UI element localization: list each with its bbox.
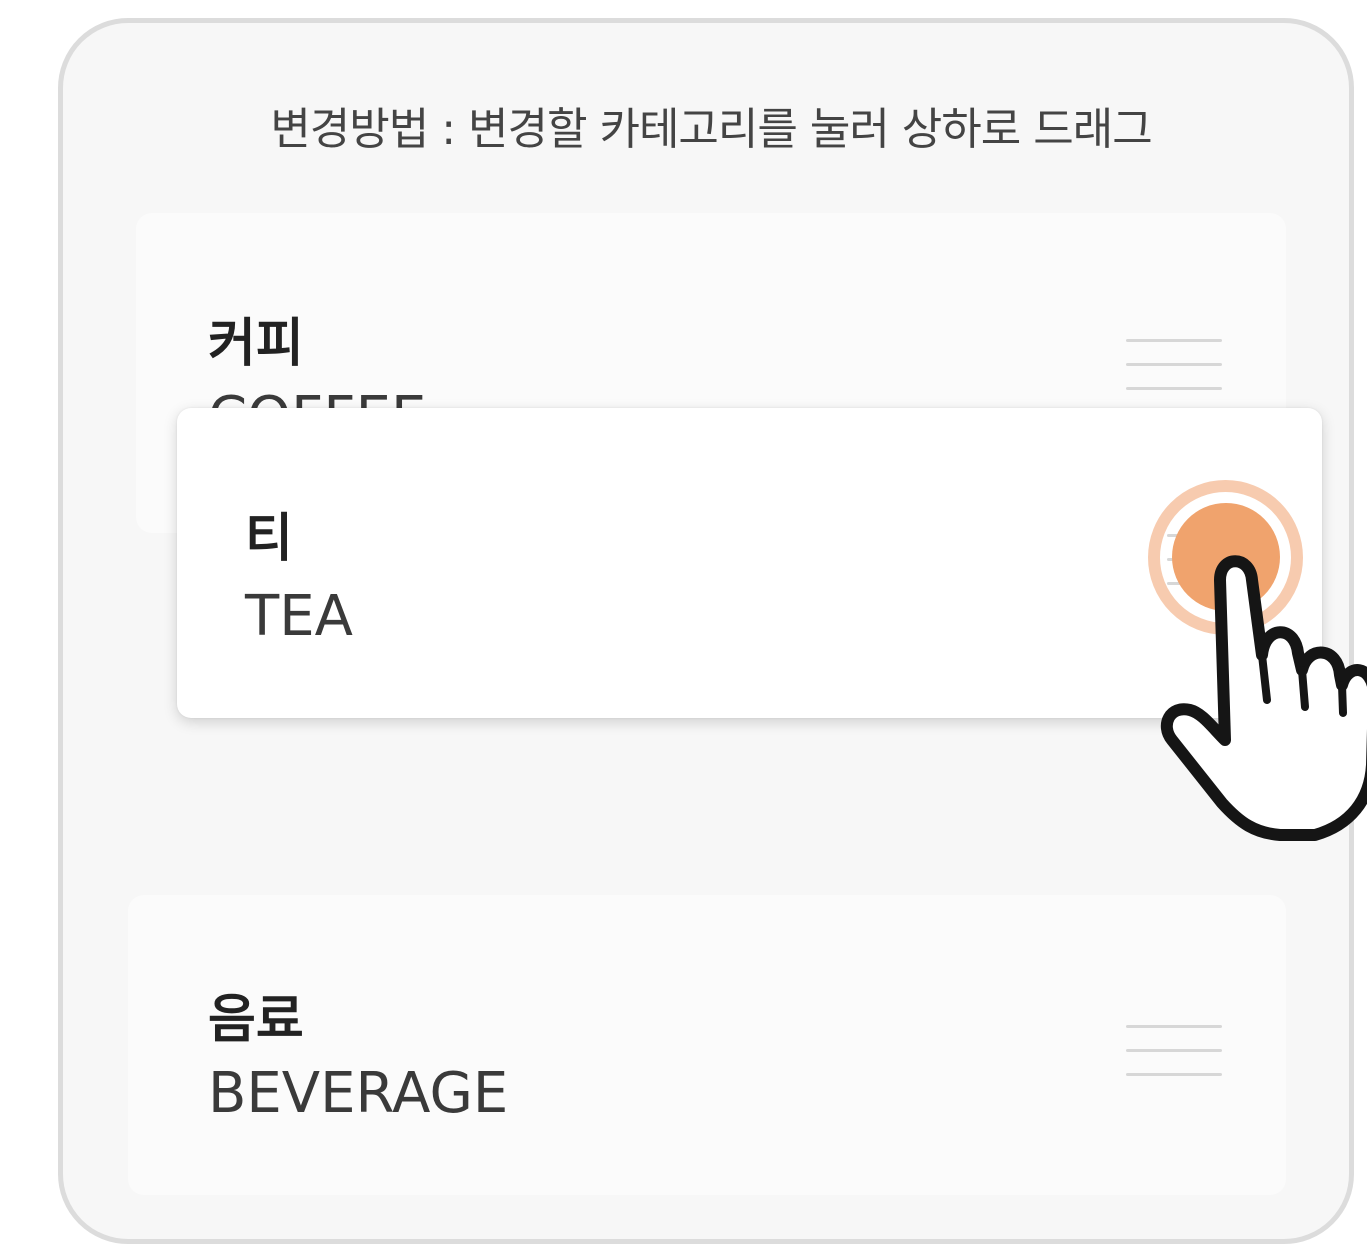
hand-pointer-icon	[1160, 555, 1367, 841]
instruction-text: 변경방법 : 변경할 카테고리를 눌러 상하로 드래그	[270, 104, 1152, 155]
category-subtitle: TEA	[245, 584, 353, 649]
stage: 변경방법 : 변경할 카테고리를 눌러 상하로 드래그 커피 COFFEE 음료…	[0, 0, 1367, 1249]
drag-handle-icon[interactable]	[1126, 335, 1222, 395]
drag-handle-icon[interactable]	[1126, 1021, 1222, 1081]
category-name: 음료	[208, 990, 304, 1050]
category-item-beverage[interactable]: 음료 BEVERAGE	[128, 895, 1286, 1195]
category-name: 티	[245, 509, 293, 569]
category-subtitle: BEVERAGE	[208, 1061, 509, 1126]
category-name: 커피	[208, 314, 304, 374]
